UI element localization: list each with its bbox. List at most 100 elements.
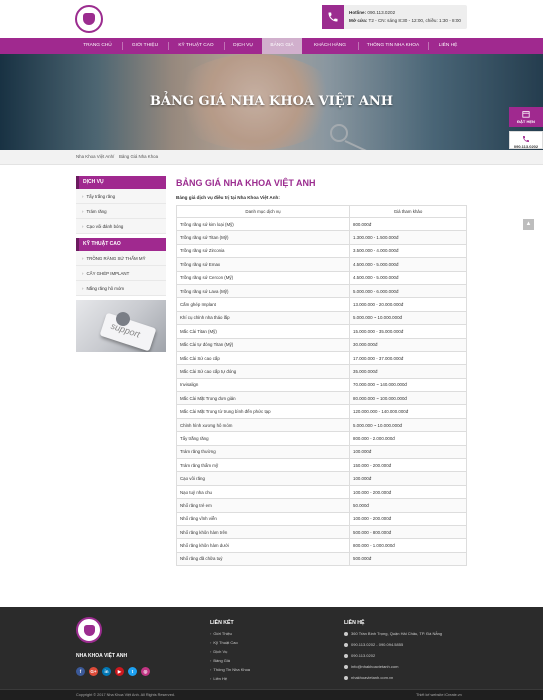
instagram-icon[interactable]: ◎ bbox=[141, 667, 150, 676]
service-cell: Mắc Cài Mặt Trong từ trung bình đến phức… bbox=[176, 404, 350, 419]
service-cell: Nhổ răng vĩnh viễn bbox=[176, 511, 350, 526]
hotline-label: Hotline: bbox=[349, 10, 367, 15]
sidebar-item-whitening[interactable]: Tẩy trắng răng bbox=[76, 189, 166, 204]
website-text[interactable]: nhakhoavietanh.com.vn bbox=[351, 675, 393, 680]
table-row: Chỉnh hình xương hô móm 5.000.000 ~ 10.00… bbox=[176, 417, 467, 433]
service-cell: Mắc Cài Sứ cao cấp bbox=[176, 350, 350, 366]
table-row: Khí cụ chỉnh nha tháo lắp 5.000.000 ~ 10.… bbox=[176, 310, 467, 326]
footer-link-high-tech[interactable]: Kỹ Thuật Cao bbox=[210, 640, 237, 645]
footer-link-pricing[interactable]: Bảng Giá bbox=[210, 658, 230, 663]
service-cell: Chỉnh hình xương hô móm bbox=[176, 417, 350, 433]
nav-divider bbox=[224, 42, 225, 50]
price-cell: 15.000.000 - 35.000.000đ bbox=[349, 324, 467, 339]
nav-item-contact[interactable]: Liên hệ bbox=[430, 38, 466, 54]
designer-credit[interactable]: Thiết kế website iCreate.vn bbox=[416, 693, 462, 697]
nav-item-high-tech[interactable]: Kỹ thuật cao bbox=[170, 38, 222, 54]
nav-item-customers[interactable]: Khách hàng bbox=[304, 38, 356, 54]
sidebar-item-scaling[interactable]: Cạo vôi đánh bóng bbox=[76, 219, 166, 234]
mobile-icon bbox=[344, 653, 348, 658]
table-row: Mắc Cài tự đóng Titan (Mỹ) 30.000.000đ bbox=[176, 337, 467, 352]
price-cell: 100.000đ bbox=[349, 444, 467, 460]
footer-link-services[interactable]: Dịch Vụ bbox=[210, 649, 227, 654]
footer-link-dental-info[interactable]: Thông Tin Nha Khoa bbox=[210, 667, 250, 672]
table-row: Mắc Cài Titan (Mỹ) 15.000.000 - 35.000.00… bbox=[176, 324, 467, 339]
table-row: Nhổ răng đã chữa tuỷ 500.000đ bbox=[176, 551, 467, 567]
table-row: Trồng răng sứ Titan (Mỹ) 1.300.000 - 1.50… bbox=[176, 230, 467, 245]
table-row: Mắc Cài Mặt Trong đơn giản 80.000.000 ~ 1… bbox=[176, 391, 467, 406]
price-cell: 5.000.000 ~ 10.000.000đ bbox=[349, 417, 467, 433]
table-row: Trám răng thẩm mỹ 150.000 - 200.000đ bbox=[176, 458, 467, 473]
nav-item-dental-info[interactable]: Thông tin nha khoa bbox=[360, 38, 426, 54]
sidebar-item-orthodontic[interactable]: Nắng răng hô móm bbox=[76, 281, 166, 296]
hours-value: T2 - CN: sáng 8:30 - 12:00, chiều: 1:30 … bbox=[368, 18, 461, 23]
service-cell: Mắc Cài tự đóng Titan (Mỹ) bbox=[176, 337, 350, 352]
footer-website: nhakhoavietanh.com.vn bbox=[344, 675, 393, 680]
youtube-icon[interactable]: ▶ bbox=[115, 667, 124, 676]
price-cell: 800.000 - 1.000.000đ bbox=[349, 538, 467, 553]
price-cell: 17.000.000 - 37.000.000đ bbox=[349, 350, 467, 366]
price-cell: 120.000.000 - 140.000.000đ bbox=[349, 404, 467, 419]
scroll-to-top-button[interactable]: ▲ bbox=[523, 219, 534, 230]
service-cell: Nhổ răng khôn hàm dưới bbox=[176, 538, 350, 553]
linkedin-icon[interactable]: in bbox=[102, 667, 111, 676]
price-cell: 5.000.000 ~ 10.000.000đ bbox=[349, 310, 467, 326]
sidebar-item-porcelain[interactable]: TRỒNG RĂNG SỨ THẨM MỸ bbox=[76, 251, 166, 266]
main-nav: Trang chủ Giới thiệu Kỹ thuật cao Dịch v… bbox=[0, 38, 543, 54]
price-cell: 500.000 - 800.000đ bbox=[349, 524, 467, 540]
email-icon bbox=[344, 664, 348, 669]
table-row: Mắc Cài Mặt Trong từ trung bình đến phức… bbox=[176, 404, 467, 419]
breadcrumb-home[interactable]: Nha Khoa Việt Anh bbox=[76, 154, 113, 159]
price-cell: 4.500.000 - 5.000.000đ bbox=[349, 257, 467, 272]
footer-logo[interactable] bbox=[76, 617, 102, 643]
footer-link-contact[interactable]: Liên Hệ bbox=[210, 676, 227, 681]
price-cell: 100.000 - 200.000đ bbox=[349, 484, 467, 500]
price-table-header: Danh mục dịch vụ Giá tham khảo bbox=[176, 205, 467, 218]
column-header-service: Danh mục dịch vụ bbox=[176, 205, 350, 218]
phones-text[interactable]: 090.113.0202 - 090.094.5855 bbox=[351, 642, 403, 647]
price-cell: 3.500.000 - 4.000.000đ bbox=[349, 243, 467, 259]
nav-item-pricing[interactable]: Bảng giá bbox=[262, 38, 302, 54]
sidebar-item-filling[interactable]: Trám răng bbox=[76, 204, 166, 219]
hotline-text[interactable]: 090.113.0202 bbox=[351, 653, 375, 658]
location-icon bbox=[344, 631, 348, 636]
price-table: Danh mục dịch vụ Giá tham khảo Trồng răn… bbox=[176, 205, 467, 567]
support-banner-image[interactable]: support bbox=[76, 300, 166, 352]
hotline-value[interactable]: 090.113.0202 bbox=[367, 10, 395, 15]
service-cell: Nhổ răng khôn hàm trên bbox=[176, 524, 350, 540]
price-cell: 80.000.000 ~ 100.000.000đ bbox=[349, 391, 467, 406]
calendar-icon bbox=[522, 111, 530, 118]
price-cell: 30.000.000đ bbox=[349, 337, 467, 352]
nav-divider bbox=[358, 42, 359, 50]
footer: NHA KHOA VIỆT ANH f G+ in ▶ t ◎ Liên kết… bbox=[0, 607, 543, 700]
footer-contact-title: Liên hệ bbox=[344, 620, 365, 626]
sidebar: Dịch vụ Tẩy trắng răng Trám răng Cạo vôi… bbox=[76, 176, 166, 352]
footer-bottom-bar: Copyright © 2017 Nha Khoa Việt Anh. All … bbox=[0, 689, 543, 700]
site-logo[interactable] bbox=[75, 5, 103, 33]
top-bar: Hotline: 090.113.0202 Mở cửa: T2 - CN: s… bbox=[0, 0, 543, 38]
table-row: Trồng răng sứ Emax 4.500.000 - 5.000.000đ bbox=[176, 257, 467, 272]
call-button[interactable]: 090.113.0202 bbox=[509, 131, 543, 149]
nav-item-about[interactable]: Giới thiệu bbox=[124, 38, 166, 54]
nav-divider bbox=[168, 42, 169, 50]
price-cell: 5.000.000 - 6.000.000đ bbox=[349, 283, 467, 299]
facebook-icon[interactable]: f bbox=[76, 667, 85, 676]
service-cell: Trồng răng sứ Lava (Mỹ) bbox=[176, 283, 350, 299]
nav-item-home[interactable]: Trang chủ bbox=[75, 38, 120, 54]
footer-links-title: Liên kết bbox=[210, 620, 234, 626]
service-cell: Mắc Cài Sứ cao cấp tự đóng bbox=[176, 364, 350, 379]
footer-address: 360 Trần Bình Trọng, Quận Hải Châu, TP. … bbox=[344, 631, 442, 636]
table-row: Mắc Cài Sứ cao cấp 17.000.000 - 37.000.00… bbox=[176, 350, 467, 366]
table-row: Mắc Cài Sứ cao cấp tự đóng 35.000.000đ bbox=[176, 364, 467, 379]
nav-item-services[interactable]: Dịch vụ bbox=[226, 38, 260, 54]
email-text[interactable]: info@nhakhoavietanh.com bbox=[351, 664, 398, 669]
book-appointment-button[interactable]: ĐẶT HẸN bbox=[509, 107, 543, 127]
footer-link-about[interactable]: Giới Thiệu bbox=[210, 631, 232, 636]
sidebar-heading-services: Dịch vụ bbox=[76, 176, 166, 189]
sidebar-item-implant[interactable]: CẤY GHÉP IMPLANT bbox=[76, 266, 166, 281]
price-cell: 70.000.000 ~ 140.000.000đ bbox=[349, 377, 467, 393]
twitter-icon[interactable]: t bbox=[128, 667, 137, 676]
google-plus-icon[interactable]: G+ bbox=[89, 667, 98, 676]
hotline-box: Hotline: 090.113.0202 Mở cửa: T2 - CN: s… bbox=[322, 5, 467, 29]
price-cell: 13.000.000 - 20.000.000đ bbox=[349, 297, 467, 312]
banner-title: BẢNG GIÁ NHA KHOA VIỆT ANH bbox=[149, 94, 394, 109]
